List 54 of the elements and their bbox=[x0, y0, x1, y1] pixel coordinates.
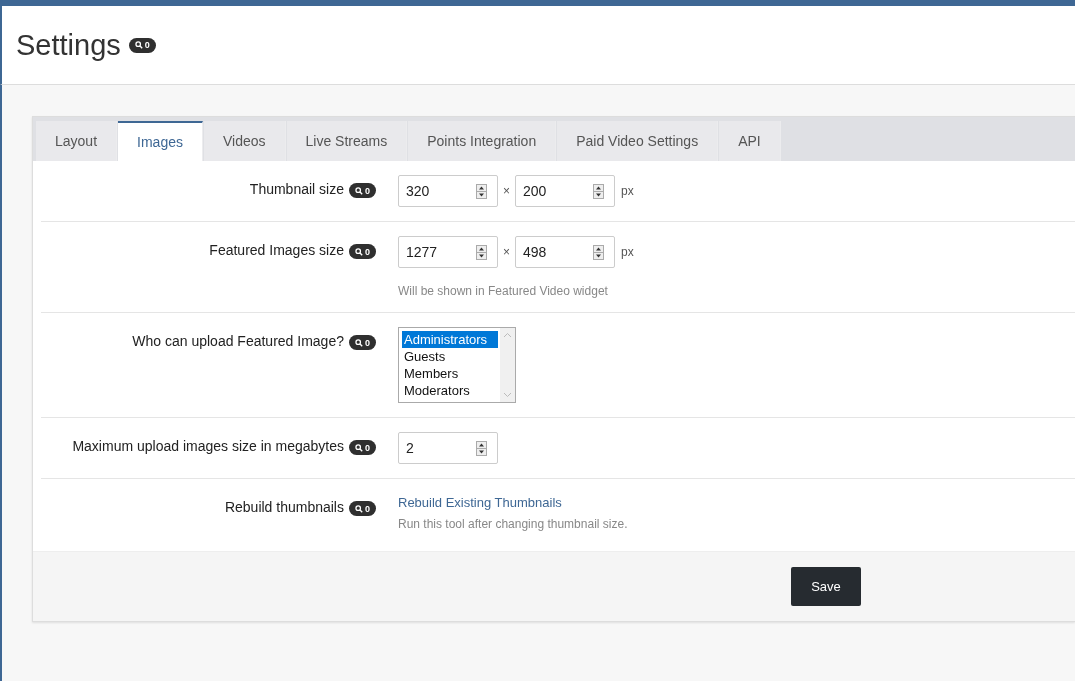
tab[interactable]: Points Integration bbox=[408, 121, 557, 161]
spinner-icon[interactable] bbox=[476, 440, 487, 456]
save-button[interactable]: Save bbox=[791, 567, 861, 606]
tab[interactable]: Images bbox=[118, 121, 203, 161]
tab[interactable]: API bbox=[719, 121, 781, 161]
page-title: Settings bbox=[16, 28, 121, 62]
setting-label: Maximum upload images size in megabytes bbox=[72, 438, 344, 454]
search-icon bbox=[355, 338, 363, 347]
setting-label: Who can upload Featured Image? bbox=[132, 333, 344, 349]
list-option[interactable]: Administrators bbox=[402, 331, 498, 348]
list-option[interactable]: Guests bbox=[402, 348, 498, 365]
badge-count: 0 bbox=[365, 503, 370, 514]
badge-count: 0 bbox=[365, 442, 370, 453]
rebuild-link[interactable]: Rebuild Existing Thumbnails bbox=[398, 495, 562, 510]
field-value: 200 bbox=[523, 183, 548, 199]
help-text: Run this tool after changing thumbnail size. bbox=[398, 517, 628, 531]
field-value: 2 bbox=[406, 440, 415, 456]
spinner-icon[interactable] bbox=[476, 183, 487, 199]
search-icon bbox=[355, 504, 363, 513]
tab[interactable]: Paid Video Settings bbox=[557, 121, 719, 161]
number-field[interactable]: 2 bbox=[398, 432, 498, 464]
badge-count: 0 bbox=[365, 337, 370, 348]
search-icon bbox=[355, 247, 363, 256]
spinner-icon[interactable] bbox=[593, 244, 604, 260]
unit-text: px bbox=[621, 184, 634, 198]
scrollbar[interactable] bbox=[500, 328, 515, 402]
number-field[interactable]: 200 bbox=[515, 175, 615, 207]
spinner-icon[interactable] bbox=[476, 244, 487, 260]
search-icon bbox=[355, 443, 363, 452]
list-option[interactable]: Moderators bbox=[402, 382, 498, 399]
field-value: 498 bbox=[523, 244, 548, 260]
times-sign: × bbox=[503, 184, 510, 198]
badge-count: 0 bbox=[365, 185, 370, 196]
help-text: Will be shown in Featured Video widget bbox=[398, 284, 609, 298]
listbox[interactable]: Administrators Guests Members Moderators bbox=[398, 327, 516, 403]
field-value: 1277 bbox=[406, 244, 439, 260]
number-field[interactable]: 1277 bbox=[398, 236, 498, 268]
setting-label: Rebuild thumbnails bbox=[224, 499, 344, 515]
field-value: 320 bbox=[406, 183, 431, 199]
tab[interactable]: Videos bbox=[203, 121, 286, 161]
number-field[interactable]: 498 bbox=[515, 236, 615, 268]
tab[interactable]: Layout bbox=[36, 121, 118, 161]
tab[interactable]: Live Streams bbox=[286, 121, 408, 161]
search-icon bbox=[355, 186, 363, 195]
list-option[interactable]: Members bbox=[402, 365, 498, 382]
setting-label: Thumbnail size bbox=[249, 181, 344, 197]
badge-count: 0 bbox=[144, 40, 150, 50]
search-icon bbox=[134, 41, 143, 49]
times-sign: × bbox=[503, 245, 510, 259]
setting-label: Featured Images size bbox=[209, 242, 344, 258]
badge-count: 0 bbox=[365, 246, 370, 257]
unit-text: px bbox=[621, 245, 634, 259]
number-field[interactable]: 320 bbox=[398, 175, 498, 207]
spinner-icon[interactable] bbox=[593, 183, 604, 199]
